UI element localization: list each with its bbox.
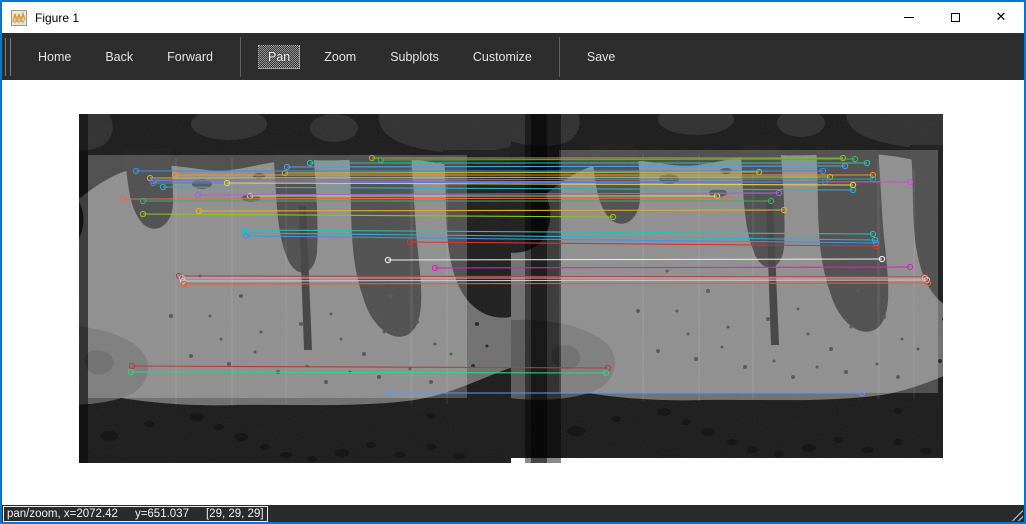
matplotlib-icon [11, 10, 27, 26]
left-edge-strip [79, 114, 88, 463]
toolbar-items: Home Back Forward Pan Zoom Subplots Customize S… [21, 33, 632, 80]
maximize-button[interactable] [932, 2, 978, 33]
toolbar-grip[interactable] [5, 38, 11, 76]
toolbar-button-forward[interactable]: Forward [157, 45, 223, 69]
minimize-button[interactable] [886, 2, 932, 33]
maximize-icon [951, 13, 960, 22]
toolbar-separator [240, 37, 241, 77]
toolbar-button-subplots[interactable]: Subplots [380, 45, 449, 69]
toolbar-button-home[interactable]: Home [28, 45, 81, 69]
close-icon: ✕ [996, 11, 1007, 24]
titlebar[interactable]: Figure 1 ✕ [2, 2, 1024, 33]
figure-window: Figure 1 ✕ Home Back Forward Pan Zoom Subplot… [0, 0, 1026, 524]
toolbar-button-pan[interactable]: Pan [258, 45, 300, 69]
right-highlight-region [559, 150, 938, 393]
toolbar-button-save[interactable]: Save [577, 45, 626, 69]
figure-image[interactable] [79, 114, 943, 463]
window-controls: ✕ [886, 2, 1024, 33]
resize-grip[interactable] [1009, 507, 1023, 521]
status-y: y=651.037 [135, 508, 189, 520]
status-pixel-value: [29, 29, 29] [206, 508, 264, 520]
toolbar-separator [559, 37, 560, 77]
status-message: pan/zoom, x=2072.42 y=651.037 [29, 29, 2… [3, 506, 268, 522]
toolbar-button-back[interactable]: Back [95, 45, 143, 69]
toolbar: Home Back Forward Pan Zoom Subplots Customize S… [2, 33, 1024, 80]
status-mode-x: pan/zoom, x=2072.42 [7, 508, 118, 520]
toolbar-button-zoom[interactable]: Zoom [314, 45, 366, 69]
window-title: Figure 1 [35, 11, 79, 25]
close-button[interactable]: ✕ [978, 2, 1024, 33]
toolbar-button-customize[interactable]: Customize [463, 45, 542, 69]
figure-canvas[interactable] [2, 80, 1024, 505]
statusbar: pan/zoom, x=2072.42 y=651.037 [29, 29, 2… [2, 505, 1024, 522]
minimize-icon [904, 17, 914, 18]
